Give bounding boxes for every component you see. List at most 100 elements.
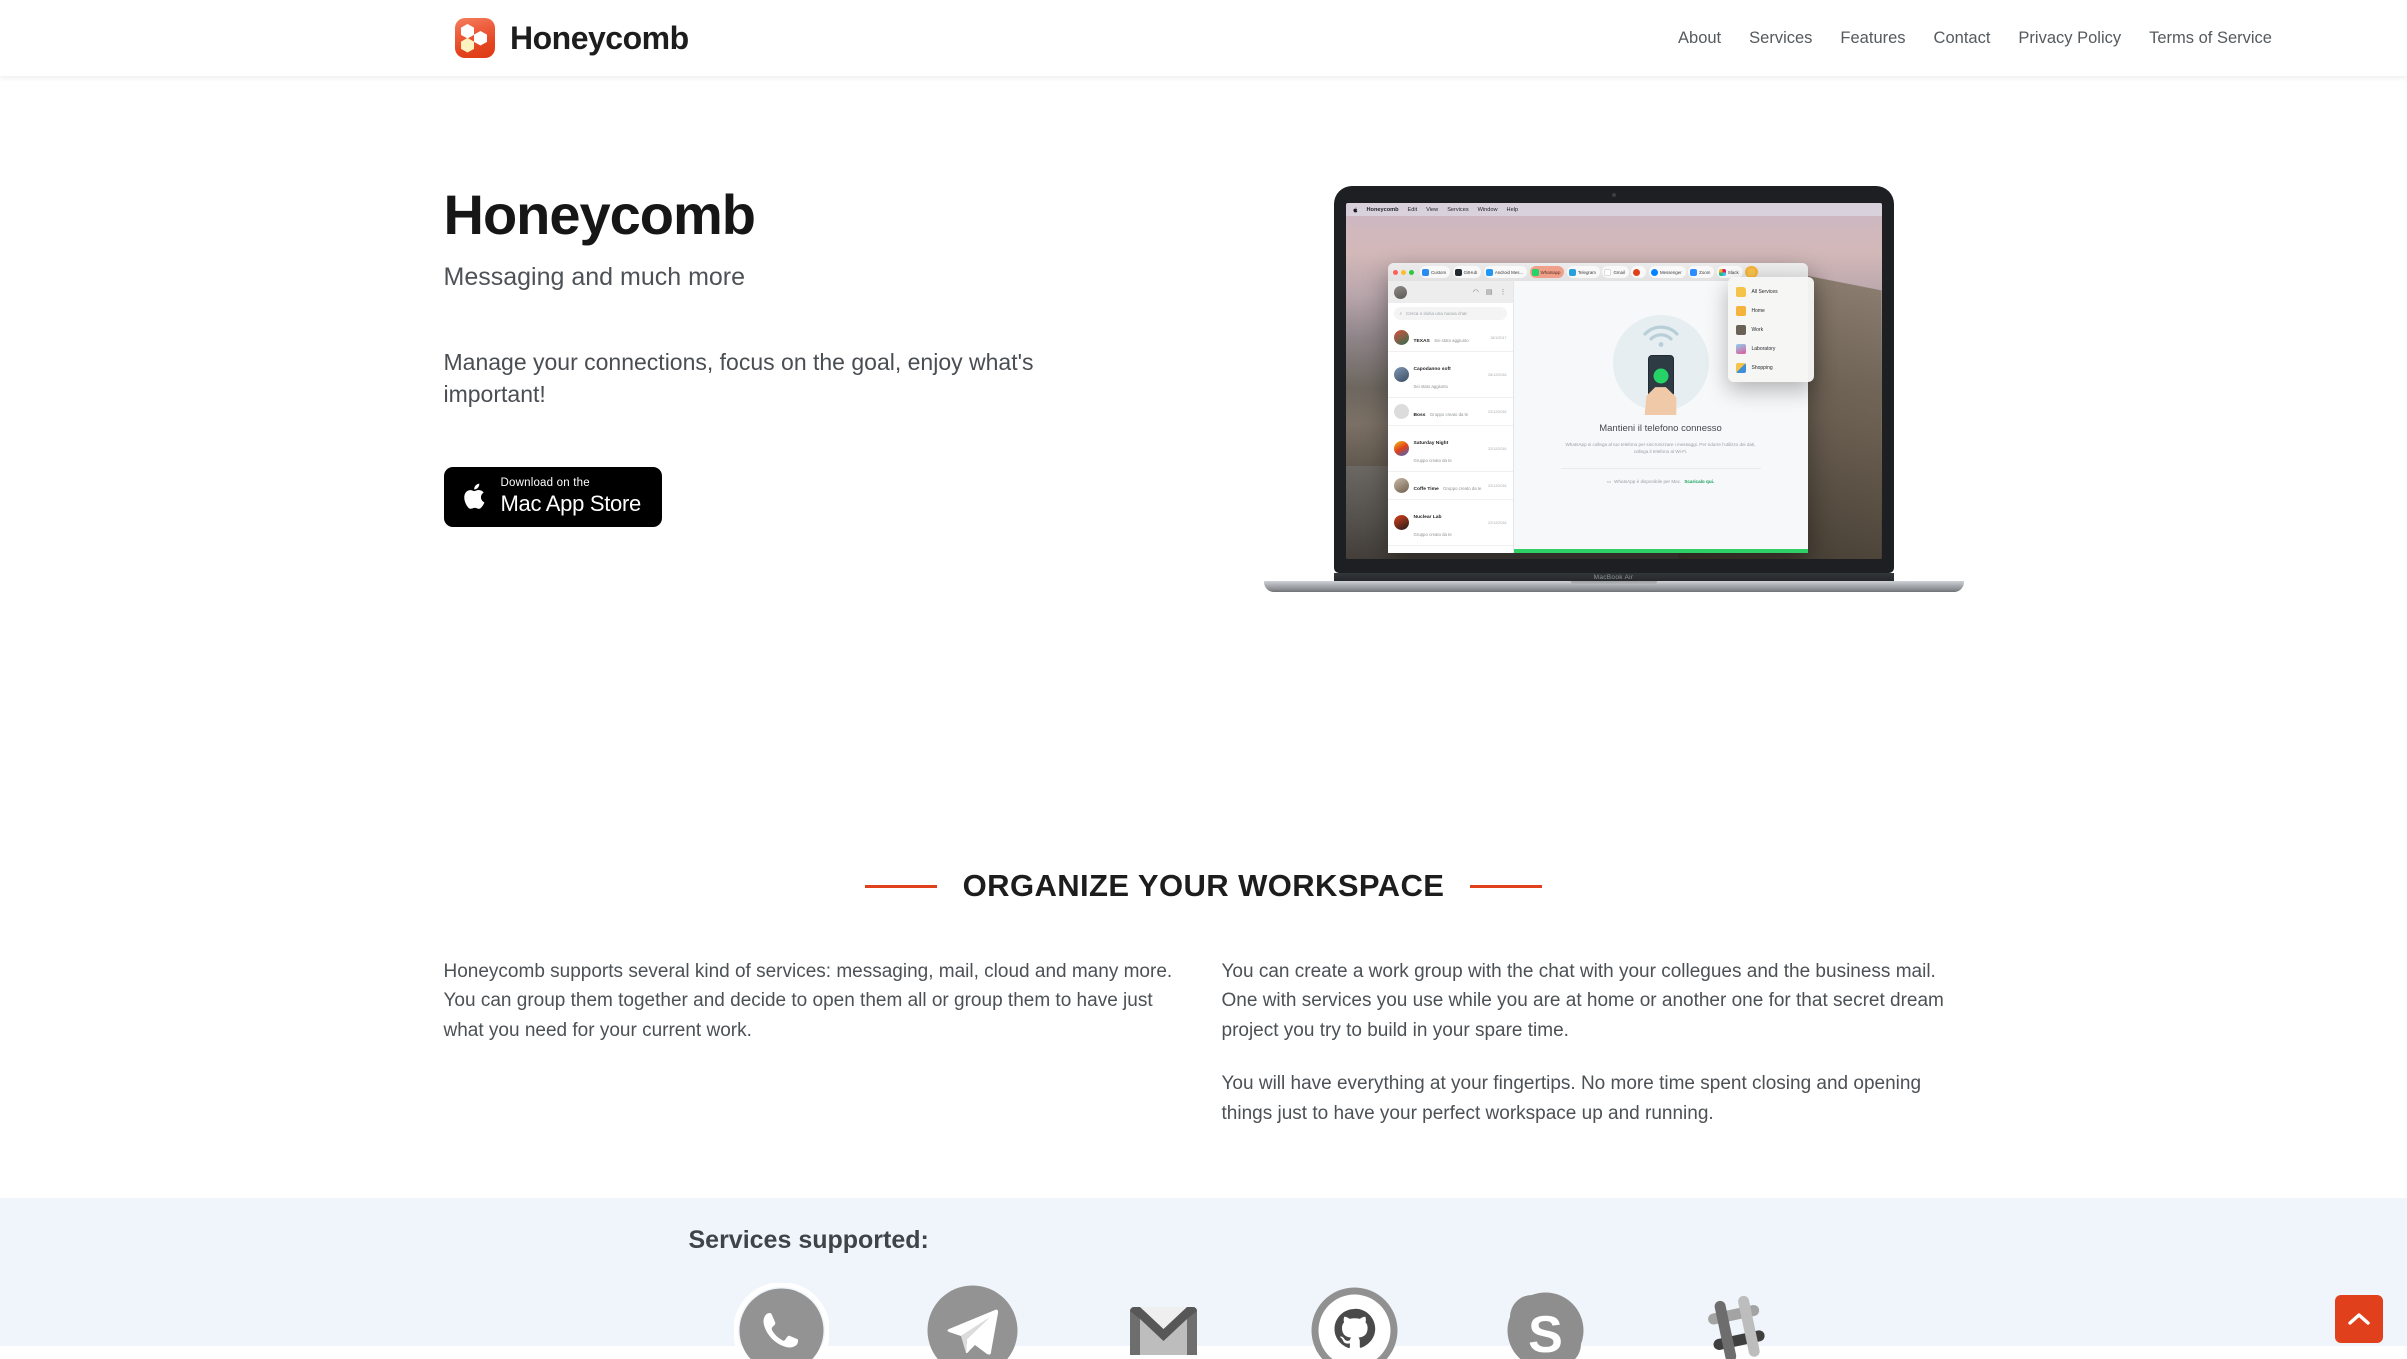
chat-snippet: Sei stato aggiunto bbox=[1413, 383, 1448, 389]
chat-list-item[interactable]: TEXAS Sei stato aggiunto 18/1/2017 bbox=[1387, 324, 1513, 352]
nav-item-terms-of-service[interactable]: Terms of Service bbox=[2149, 29, 2272, 48]
chat-name: Nuclear Lab bbox=[1413, 514, 1442, 520]
menu-kebab-icon[interactable]: ⋮ bbox=[1500, 288, 1507, 296]
laptop-icon: ▭ bbox=[1606, 478, 1612, 484]
hero-description: Manage your connections, focus on the go… bbox=[443, 348, 1034, 408]
telegram-icon bbox=[1568, 268, 1576, 276]
menu-edit[interactable]: Edit bbox=[1408, 207, 1418, 213]
menu-item-work[interactable]: Work bbox=[1728, 320, 1814, 339]
app-store-big-label: Mac App Store bbox=[500, 490, 642, 516]
whatsapp-search-input[interactable]: ⌕ Cerca o inizia una nuova chat bbox=[1393, 307, 1507, 320]
maximize-icon[interactable] bbox=[1408, 269, 1414, 275]
nav-item-contact[interactable]: Contact bbox=[1934, 29, 1991, 48]
whatsapp-chat-list[interactable]: TEXAS Sei stato aggiunto 18/1/2017 Capod… bbox=[1387, 324, 1513, 553]
chat-list-item[interactable]: Capodanno soft Sei stato aggiunto 26/12/… bbox=[1387, 352, 1513, 398]
menu-item-shopping[interactable]: Shopping bbox=[1728, 358, 1814, 377]
services-title: Services supported: bbox=[688, 1226, 929, 1255]
tab-extra[interactable] bbox=[1631, 266, 1647, 278]
back-to-top-button[interactable] bbox=[2335, 1295, 2383, 1343]
menu-honeycomb[interactable]: Honeycomb bbox=[1367, 207, 1399, 213]
new-chat-icon[interactable]: ▤ bbox=[1486, 288, 1493, 296]
avatar[interactable] bbox=[1393, 285, 1407, 299]
panel-description: WhatsApp si collega al tuo telefono per … bbox=[1565, 442, 1756, 455]
download-link[interactable]: Scaricalo qui. bbox=[1684, 479, 1714, 484]
search-icon: ⌕ bbox=[1399, 311, 1403, 316]
avatar bbox=[1393, 367, 1409, 382]
minimize-icon[interactable] bbox=[1400, 269, 1406, 275]
services-dropdown-menu[interactable]: All Services Home Work Laboratory Shoppi… bbox=[1727, 277, 1814, 382]
chat-name: Saturday Night bbox=[1413, 440, 1449, 446]
tab-custom[interactable]: Custom bbox=[1420, 266, 1451, 278]
column-left: Honeycomb supports several kind of servi… bbox=[444, 957, 1186, 1128]
panel-footer: ▭ WhatsApp è disponibile per Mac. Scaric… bbox=[1607, 479, 1714, 485]
chat-list-item[interactable]: Boss Gruppo creato da te 22/12/2016 bbox=[1387, 398, 1513, 426]
menu-help[interactable]: Help bbox=[1507, 207, 1519, 213]
chat-date: 18/1/2017 bbox=[1490, 335, 1507, 340]
tab-gmail[interactable]: Gmail bbox=[1602, 266, 1629, 278]
chat-list-item[interactable]: Nuclear Lab Gruppo creato da te 22/12/20… bbox=[1387, 500, 1513, 546]
honeycomb-app-window: Custom GitHub Android Mes... Whatsapp Te… bbox=[1387, 263, 1814, 553]
gmail-icon bbox=[1604, 268, 1612, 276]
menu-services[interactable]: Services bbox=[1447, 207, 1468, 213]
paragraph: You will have everything at your fingert… bbox=[1221, 1073, 1922, 1124]
mac-app-store-button[interactable]: Download on the Mac App Store bbox=[443, 467, 662, 527]
menu-item-all-services[interactable]: All Services bbox=[1728, 282, 1814, 301]
tab-label: GitHub bbox=[1463, 269, 1478, 275]
menu-window[interactable]: Window bbox=[1478, 207, 1498, 213]
laptop-notch bbox=[1570, 581, 1657, 585]
tab-label: Messenger bbox=[1659, 269, 1682, 275]
chat-snippet: Gruppo creato da te bbox=[1413, 531, 1452, 537]
menu-item-label: Shopping bbox=[1751, 364, 1773, 371]
chat-list-item[interactable]: Saturday Night Gruppo creato da te 22/12… bbox=[1387, 426, 1513, 472]
chat-date: 22/12/2016 bbox=[1488, 483, 1507, 488]
whatsapp-logo-icon bbox=[732, 1282, 830, 1359]
tab-messenger[interactable]: Messenger bbox=[1648, 266, 1686, 278]
tab-label: Custom bbox=[1431, 269, 1447, 275]
chat-snippet: Gruppo creato da te bbox=[1429, 411, 1469, 417]
nav-item-about[interactable]: About bbox=[1678, 29, 1721, 48]
avatar bbox=[1393, 330, 1409, 345]
chat-snippet: Sei stato aggiunto bbox=[1434, 337, 1469, 343]
chat-date: 22/12/2016 bbox=[1488, 520, 1507, 525]
slack-icon bbox=[1718, 268, 1726, 276]
section-columns: Honeycomb supports several kind of servi… bbox=[444, 957, 1964, 1128]
chat-list-item[interactable]: Schrödinger Gruppo creato da te 22/12/20… bbox=[1388, 546, 1513, 553]
site-header: Honeycomb About Services Features Contac… bbox=[0, 0, 2407, 76]
tab-zoom[interactable]: Zoom bbox=[1688, 266, 1715, 278]
menu-item-laboratory[interactable]: Laboratory bbox=[1728, 339, 1814, 358]
whatsapp-sidebar: ◠ ▤ ⋮ ⌕ Cerca o inizia una nuova chat TE… bbox=[1387, 281, 1514, 553]
chat-list-item[interactable]: Coffe Time Gruppo creato da te 22/12/201… bbox=[1387, 472, 1513, 500]
flask-icon bbox=[1735, 343, 1746, 354]
tab-whatsapp[interactable]: Whatsapp bbox=[1529, 266, 1565, 278]
brand-link[interactable]: Honeycomb bbox=[455, 18, 689, 58]
webcam-icon bbox=[1611, 193, 1616, 197]
tab-label: Zoom bbox=[1699, 269, 1711, 275]
menu-item-home[interactable]: Home bbox=[1728, 301, 1814, 320]
avatar bbox=[1393, 515, 1409, 530]
tab-label: Gmail bbox=[1613, 269, 1625, 275]
hero-visual: Honeycomb Edit View Services Window Help bbox=[1263, 186, 1964, 592]
apple-menu-icon[interactable] bbox=[1352, 206, 1358, 213]
home-icon bbox=[1735, 305, 1746, 316]
heading-dash-left bbox=[864, 884, 937, 888]
nav-item-services[interactable]: Services bbox=[1749, 29, 1812, 48]
shopping-icon bbox=[1735, 362, 1746, 373]
main-nav: About Services Features Contact Privacy … bbox=[1678, 29, 2272, 48]
tab-github[interactable]: GitHub bbox=[1452, 266, 1482, 278]
tab-android-messages[interactable]: Android Mes... bbox=[1483, 266, 1528, 278]
wifi-icon bbox=[1642, 325, 1679, 347]
section-heading: Organize your workspace bbox=[0, 868, 2407, 904]
nav-item-features[interactable]: Features bbox=[1840, 29, 1905, 48]
nav-item-privacy-policy[interactable]: Privacy Policy bbox=[2018, 29, 2121, 48]
skype-logo-icon: S bbox=[1498, 1283, 1593, 1359]
close-icon[interactable] bbox=[1392, 269, 1398, 275]
tab-telegram[interactable]: Telegram bbox=[1566, 266, 1600, 278]
footer-text: WhatsApp è disponibile per Mac. bbox=[1614, 479, 1682, 485]
window-traffic-lights[interactable] bbox=[1392, 269, 1414, 275]
zoom-icon bbox=[1690, 268, 1698, 276]
tab-label: Telegram bbox=[1577, 269, 1596, 275]
red-dot-icon bbox=[1633, 268, 1641, 276]
status-icon[interactable]: ◠ bbox=[1473, 288, 1479, 296]
svg-text:S: S bbox=[1528, 1306, 1563, 1359]
menu-view[interactable]: View bbox=[1426, 207, 1438, 213]
